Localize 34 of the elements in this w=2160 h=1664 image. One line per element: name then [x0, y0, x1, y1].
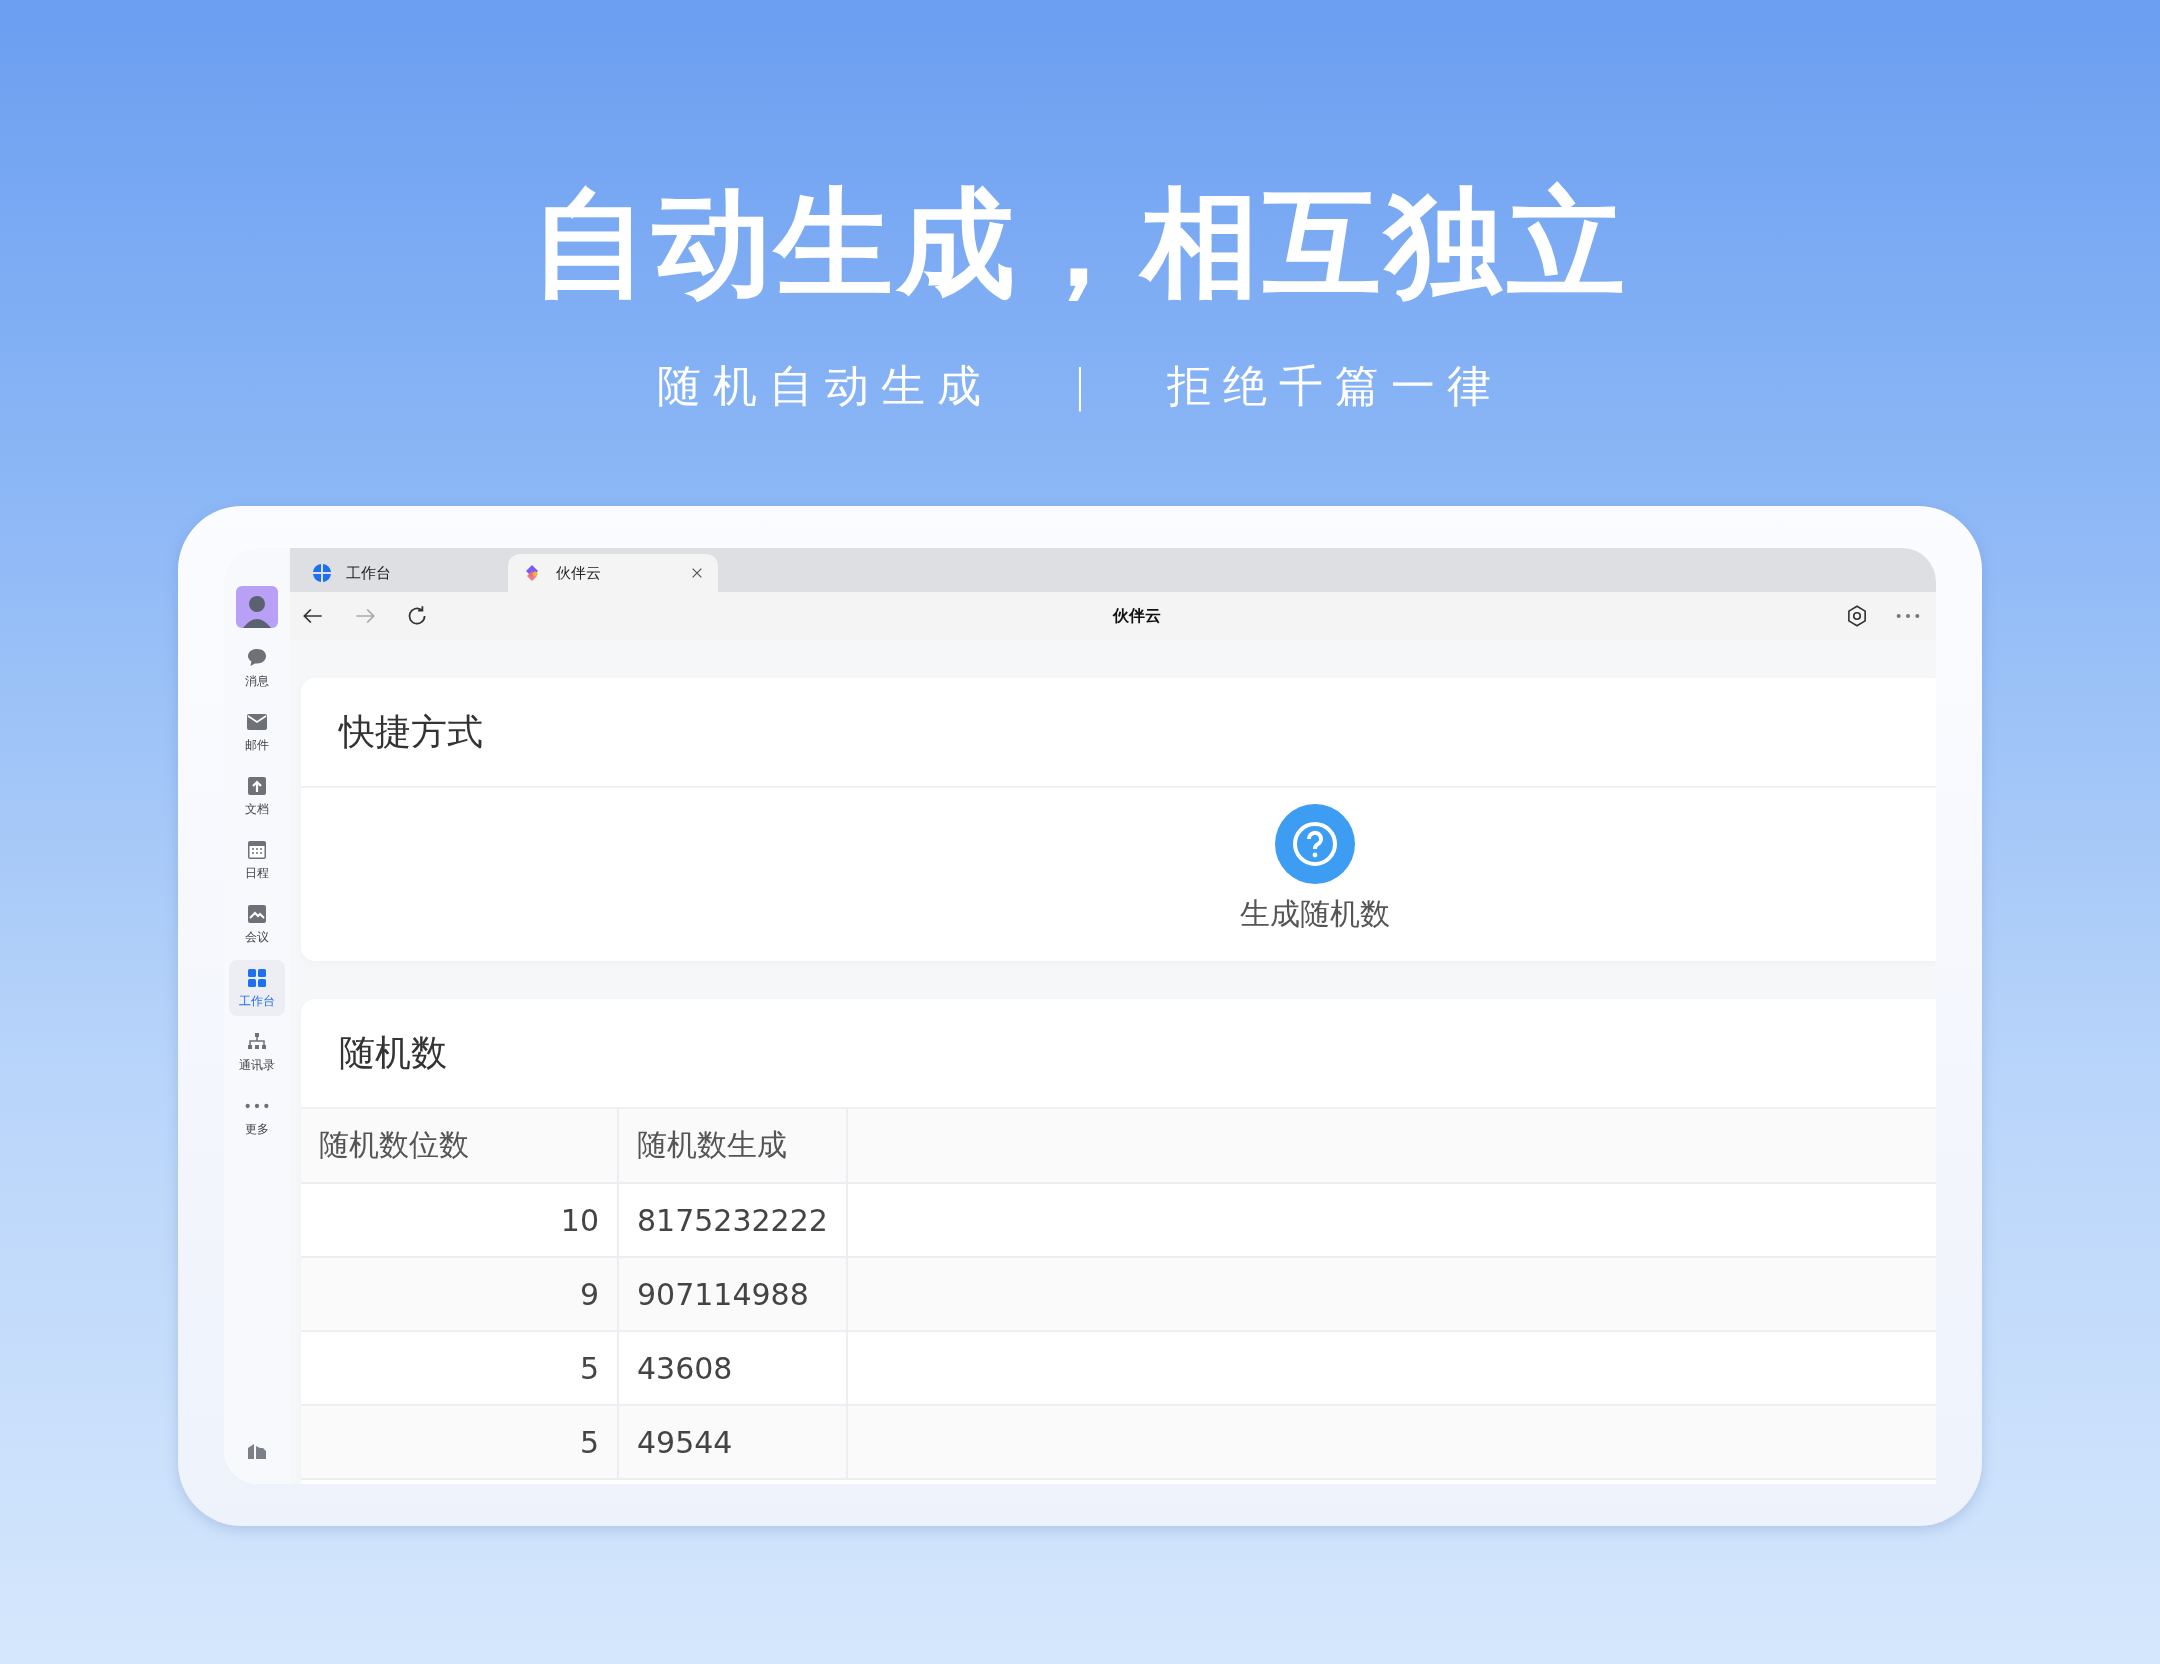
- document-icon: [245, 774, 269, 798]
- subtitle-separator: |: [1072, 359, 1088, 414]
- card-title: 随机数: [339, 1030, 447, 1075]
- column-header[interactable]: 随机数生成: [618, 1109, 847, 1183]
- close-icon[interactable]: [690, 566, 704, 580]
- grid-icon: [245, 966, 269, 990]
- sidebar-item[interactable]: 消息: [229, 640, 285, 696]
- column-header[interactable]: 随机数位数: [301, 1109, 618, 1183]
- meeting-icon: [245, 902, 269, 926]
- sidebar-item[interactable]: 更多: [229, 1088, 285, 1144]
- browser-tab[interactable]: 工作台: [298, 554, 508, 592]
- table-cell: 907114988: [618, 1257, 847, 1331]
- sidebar-item[interactable]: 会议: [229, 896, 285, 952]
- browser-tab[interactable]: 伙伴云: [508, 554, 718, 592]
- app-logo-icon: [312, 563, 332, 583]
- page-title: 伙伴云: [1113, 605, 1161, 627]
- sidebar-item[interactable]: 工作台: [229, 960, 285, 1016]
- sidebar-item[interactable]: 文档: [229, 768, 285, 824]
- headline: 自动生成，相互独立: [531, 173, 1629, 314]
- table-cell: 9: [301, 1257, 618, 1331]
- avatar[interactable]: [236, 586, 278, 628]
- question-icon: [1274, 804, 1355, 884]
- calendar-icon: [245, 838, 269, 862]
- shortcut-item[interactable]: 生成随机数: [1239, 788, 1390, 961]
- subtitle-text: 随机自动生成: [656, 359, 993, 413]
- sidebar-item[interactable]: 通讯录: [229, 1024, 285, 1080]
- more-icon: [245, 1103, 269, 1109]
- subtitle-text: 拒绝千篇一律: [1167, 359, 1504, 413]
- sidebar-item[interactable]: 日程: [229, 832, 285, 888]
- card-title: 快捷方式: [339, 709, 483, 754]
- table-cell: 49544: [618, 1405, 847, 1479]
- more-icon[interactable]: [1896, 613, 1920, 619]
- sidebar-item[interactable]: 邮件: [229, 704, 285, 760]
- table-cell: 5: [301, 1405, 618, 1479]
